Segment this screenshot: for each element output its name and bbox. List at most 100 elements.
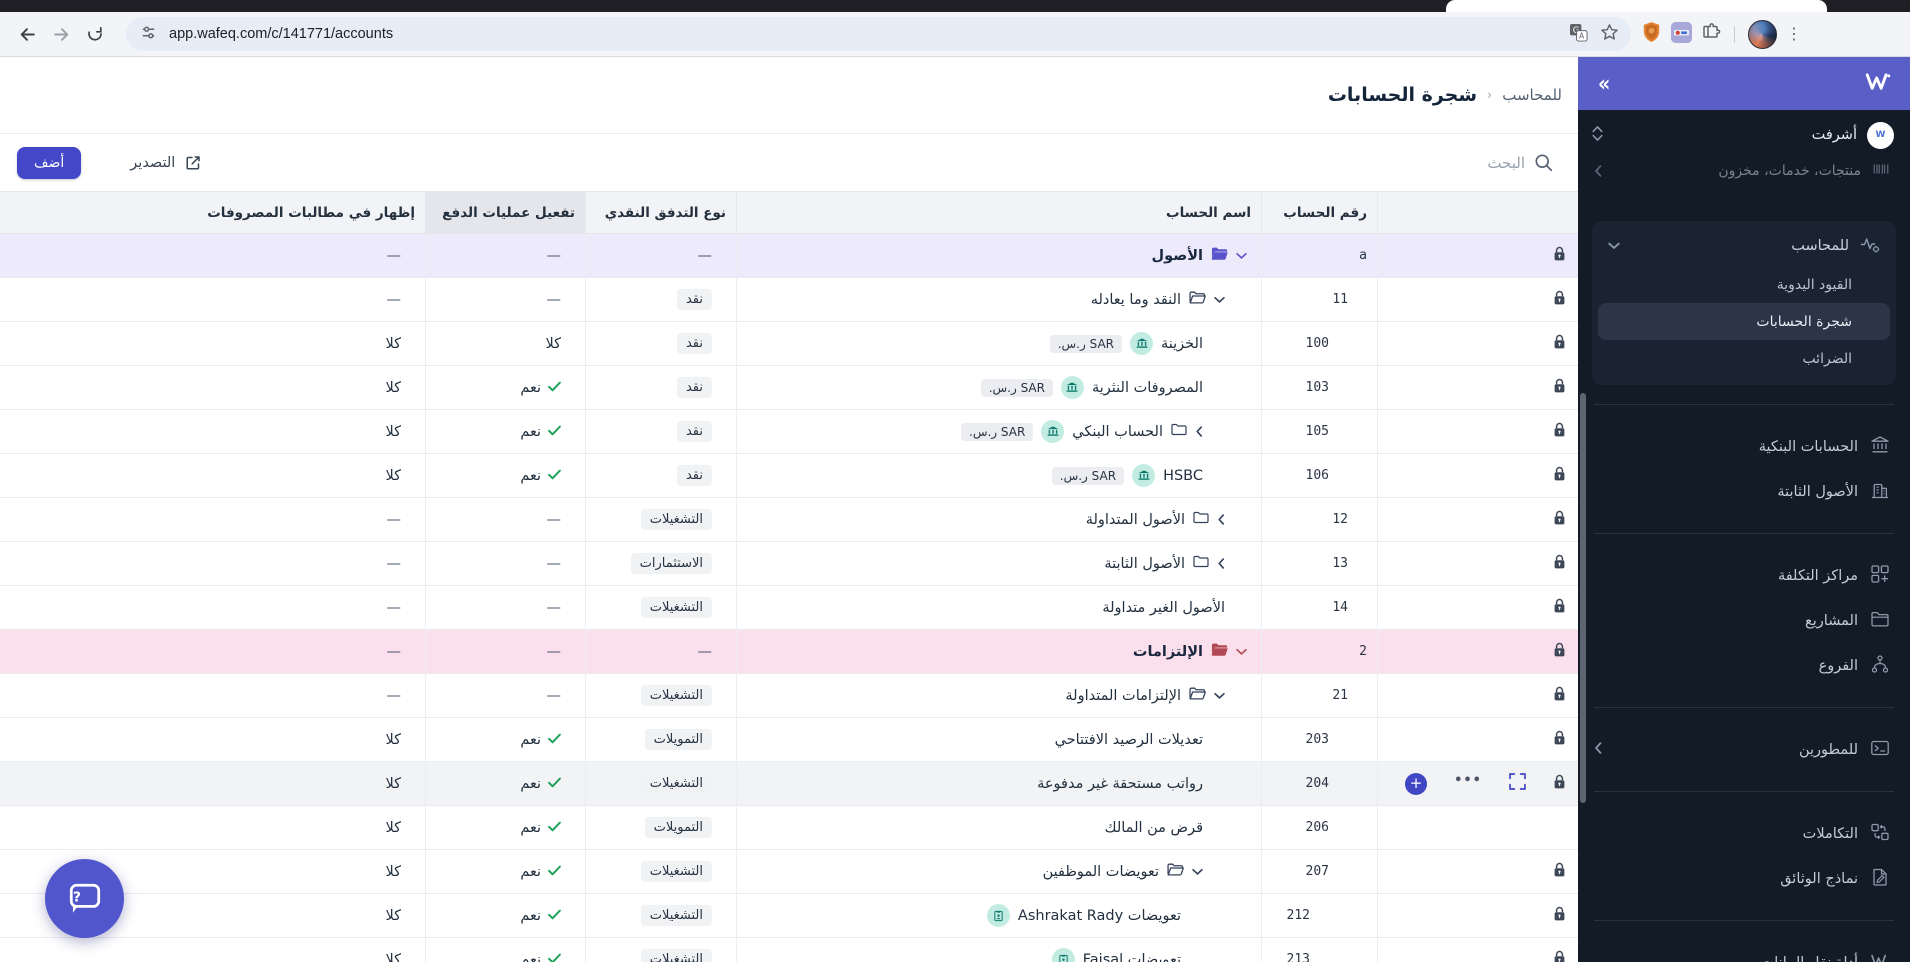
table-row[interactable]: 106 HSBC SAR ر.س. نقد نعم كلا — [0, 454, 1578, 498]
cashflow-type-cell: التشغيلات — [585, 762, 736, 805]
search-input[interactable]: البحث — [1487, 153, 1553, 172]
tree-collapse-icon[interactable] — [1236, 648, 1247, 656]
column-show-in-expense-claims[interactable]: إظهار في مطالبات المصروفات — [0, 192, 425, 233]
sidebar-item-chart-of-accounts[interactable]: شجرة الحسابات — [1598, 303, 1890, 340]
row-actions-cell — [1377, 366, 1578, 409]
table-row[interactable]: 206 قرض من المالك التمويلات نعم كلا — [0, 806, 1578, 850]
table-row[interactable]: 213 تعويضات Faisal التشغيلات نعم كلا — [0, 938, 1578, 962]
url-text[interactable]: app.wafeq.com/c/141771/accounts — [169, 26, 1561, 42]
table-row[interactable]: 212 تعويضات Ashrakat Rady التشغيلات نعم كلا — [0, 894, 1578, 938]
browser-tab[interactable] — [1446, 0, 1827, 12]
table-row[interactable]: 11 النقد وما يعادله نقد — — — [0, 278, 1578, 322]
forward-icon[interactable] — [44, 17, 78, 51]
expense-claims-cell: — — [386, 291, 402, 308]
tree-expand-icon[interactable] — [1195, 426, 1203, 437]
sidebar-item-bank-accounts[interactable]: الحسابات البنكية — [1578, 424, 1910, 469]
column-cashflow-type[interactable]: نوع التدفق النقدي — [585, 192, 736, 233]
cashflow-badge: التشغيلات — [640, 773, 712, 794]
sidebar-item-products-services-inventory[interactable]: منتجات، خدمات، مخزون — [1578, 160, 1910, 187]
column-account-number[interactable]: رقم الحساب — [1261, 192, 1377, 233]
extensions-puzzle-icon[interactable] — [1701, 22, 1721, 46]
folder-icon — [1211, 247, 1228, 264]
add-sub-account-button[interactable]: + — [1405, 772, 1428, 795]
table-row[interactable]: 12 الأصول المتداولة التشغيلات — — — [0, 498, 1578, 542]
row-actions-cell — [1377, 850, 1578, 893]
reload-icon[interactable] — [78, 17, 112, 51]
accounts-table: رقم الحساب اسم الحساب نوع التدفق النقدي … — [0, 191, 1578, 962]
check-icon — [548, 908, 561, 924]
sidebar-scrollbar[interactable] — [1580, 393, 1586, 803]
account-number-cell: 12 — [1261, 498, 1377, 541]
table-row[interactable]: a الأصول — — — — [0, 234, 1578, 278]
help-button[interactable]: ? — [45, 859, 124, 938]
account-name-cell: الأصول — [736, 234, 1261, 277]
add-account-button[interactable]: أضف — [17, 146, 82, 179]
account-name-cell: تعديلات الرصيد الافتتاحي — [736, 718, 1261, 761]
check-icon — [548, 732, 561, 748]
account-name: الأصول المتداولة — [1085, 511, 1185, 528]
extension-icon[interactable] — [1671, 21, 1692, 47]
tree-collapse-icon[interactable] — [1236, 252, 1247, 260]
table-row[interactable]: 13 الأصول الثابتة الاستثمارات — — — [0, 542, 1578, 586]
accountant-items: القيود اليدوية شجرة الحسابات الضرائب — [1598, 266, 1890, 377]
row-actions-cell — [1377, 674, 1578, 717]
company-switcher[interactable]: W أشرفت — [1578, 110, 1910, 160]
profile-avatar[interactable] — [1748, 19, 1777, 49]
account-name-cell: الإلتزامات — [736, 630, 1261, 673]
sidebar-item-manual-entries[interactable]: القيود اليدوية — [1598, 266, 1890, 303]
table-row[interactable]: 207 تعويضات الموظفين التشغيلات نعم كلا — [0, 850, 1578, 894]
sidebar-item-branches[interactable]: الفروع — [1578, 643, 1910, 688]
table-row[interactable]: 21 الإلتزامات المتداولة التشغيلات — — — [0, 674, 1578, 718]
folder-icon — [1189, 687, 1206, 704]
browser-menu-icon[interactable]: ⋮ — [1786, 26, 1802, 42]
tree-collapse-icon[interactable] — [1192, 868, 1203, 876]
sidebar-item-accountant[interactable]: للمحاسب — [1598, 226, 1890, 266]
row-actions-cell — [1377, 542, 1578, 585]
collapse-sidebar-icon[interactable]: » — [1598, 71, 1610, 96]
table-row[interactable]: 2 الإلتزامات — — — — [0, 630, 1578, 674]
shield-extension-icon[interactable] — [1641, 21, 1662, 47]
row-menu-icon[interactable]: ••• — [1454, 773, 1482, 795]
tree-collapse-icon[interactable] — [1214, 296, 1225, 304]
sidebar-divider — [1594, 707, 1894, 708]
account-name-cell: الأصول الثابتة — [736, 542, 1261, 585]
table-row[interactable]: 105 الحساب البنكي SAR ر.س. نقد نعم كلا — [0, 410, 1578, 454]
table-body: a الأصول — — —11 النقد وما يعادله نقد — —100 الخز… — [0, 234, 1578, 962]
table-row[interactable]: 14 الأصول الغير متداولة التشغيلات — — — [0, 586, 1578, 630]
column-account-name[interactable]: اسم الحساب — [736, 192, 1261, 233]
table-row[interactable]: 103 المصروفات النثرية SAR ر.س. نقد نعم كلا — [0, 366, 1578, 410]
breadcrumb-parent[interactable]: للمحاسب — [1502, 86, 1562, 104]
lock-icon — [1553, 598, 1566, 618]
tree-expand-icon[interactable] — [1217, 514, 1225, 525]
sidebar-item-developers[interactable]: للمطورين — [1578, 727, 1910, 772]
expand-row-icon[interactable] — [1509, 772, 1526, 795]
column-enable-payments[interactable]: تفعيل عمليات الدفع — [425, 192, 585, 233]
url-bar[interactable]: app.wafeq.com/c/141771/accounts GA — [126, 17, 1631, 51]
site-info-icon[interactable] — [140, 24, 157, 45]
account-number-cell: 204 — [1261, 762, 1377, 805]
row-actions-cell — [1377, 938, 1578, 962]
sidebar-item-document-templates[interactable]: نماذج الوثائق — [1578, 856, 1910, 901]
translate-icon[interactable]: GA — [1569, 23, 1588, 46]
table-row[interactable]: 100 الخزينة SAR ر.س. نقد كلا كلا — [0, 322, 1578, 366]
sidebar-item-projects[interactable]: المشاريع — [1578, 598, 1910, 643]
bank-icon — [1870, 435, 1890, 459]
sidebar-item-taxes[interactable]: الضرائب — [1598, 340, 1890, 377]
sidebar-item-data-transfer-tool[interactable]: أداة نقل البيانات — [1578, 940, 1910, 962]
sidebar-item-integrations[interactable]: التكاملات — [1578, 811, 1910, 856]
tree-expand-icon[interactable] — [1217, 558, 1225, 569]
tree-collapse-icon[interactable] — [1214, 692, 1225, 700]
account-name: الأصول الثابتة — [1104, 555, 1185, 572]
row-actions-cell — [1377, 718, 1578, 761]
sidebar-item-cost-centers[interactable]: مراكز التكلفة — [1578, 553, 1910, 598]
table-row[interactable]: 203 تعديلات الرصيد الافتتاحي التمويلات نعم ك… — [0, 718, 1578, 762]
sidebar-item-fixed-assets[interactable]: الأصول الثابتة — [1578, 469, 1910, 514]
back-icon[interactable] — [10, 17, 44, 51]
enable-payments-cell: نعم — [425, 454, 585, 497]
bookmark-star-icon[interactable] — [1600, 23, 1619, 46]
folder-icon — [1171, 423, 1187, 440]
table-row[interactable]: + ••• 204 رواتب مستحقة غير مدفوعة التشغيلات ن… — [0, 762, 1578, 806]
export-button[interactable]: التصدير — [130, 154, 202, 172]
cashflow-type-cell: التمويلات — [585, 718, 736, 761]
account-number-cell: 206 — [1261, 806, 1377, 849]
